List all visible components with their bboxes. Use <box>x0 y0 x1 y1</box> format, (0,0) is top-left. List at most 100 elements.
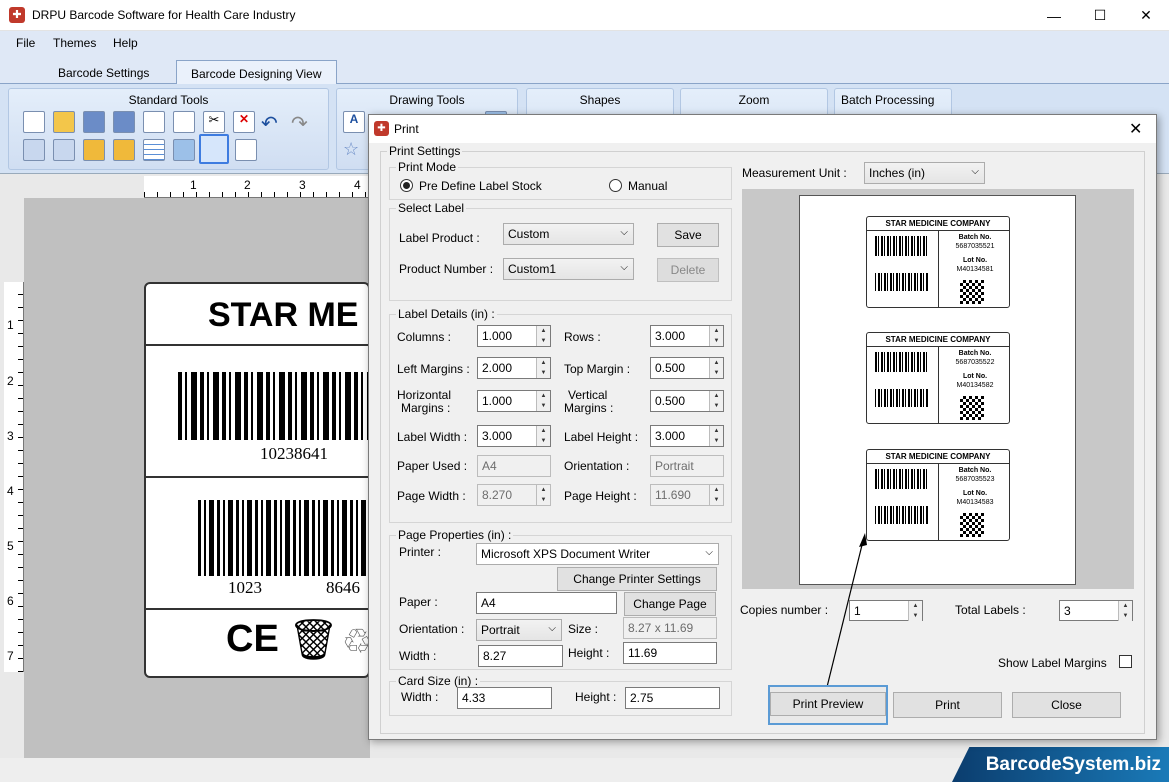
lot-label: Lot No. <box>962 257 988 264</box>
spin-arrows-icon: ▲ ▼ <box>709 485 723 505</box>
horizontal-margins-value: 1.000 <box>482 394 513 408</box>
page-orientation-dropdown[interactable]: Portrait ⌵ <box>476 619 562 641</box>
spin-arrows-icon[interactable]: ▲ ▼ <box>908 601 922 621</box>
product-number-dropdown[interactable]: Custom1 ⌵ <box>503 258 634 280</box>
close-window-button[interactable]: ✕ <box>1123 0 1169 31</box>
save-button[interactable]: Save <box>657 223 719 247</box>
spin-arrows-icon[interactable]: ▲ ▼ <box>536 426 550 446</box>
grid-icon[interactable] <box>143 139 165 161</box>
spin-arrows-icon[interactable]: ▲ ▼ <box>1118 601 1132 621</box>
radio-predefine[interactable] <box>400 179 413 192</box>
radio-manual[interactable] <box>609 179 622 192</box>
paste-icon[interactable] <box>173 111 195 133</box>
horizontal-margins-spinner[interactable]: 1.000 ▲ ▼ <box>477 390 551 412</box>
top-margin-spinner[interactable]: 0.500 ▲ ▼ <box>650 357 724 379</box>
unlock-icon[interactable] <box>113 139 135 161</box>
bring-front-icon[interactable] <box>23 139 45 161</box>
print-dialog: ✚ Print ✕ Print Settings Print Mode Pre … <box>368 114 1157 740</box>
print-button[interactable]: Print <box>893 692 1002 718</box>
measurement-unit-dropdown[interactable]: Inches (in) ⌵ <box>864 162 985 184</box>
ruler-label: 1 <box>7 318 14 332</box>
dialog-close-icon[interactable]: ✕ <box>1129 119 1142 139</box>
size-label: Size : <box>568 622 599 636</box>
spin-arrows-icon[interactable]: ▲ ▼ <box>536 358 550 378</box>
printer-dropdown[interactable]: Microsoft XPS Document Writer ⌵ <box>476 543 719 565</box>
menu-help[interactable]: Help <box>113 36 138 50</box>
copies-number-spinner[interactable]: 1 ▲ ▼ <box>849 600 923 621</box>
ruler-label: 2 <box>244 178 251 192</box>
lock-icon[interactable] <box>83 139 105 161</box>
spin-arrows-icon[interactable]: ▲ ▼ <box>709 358 723 378</box>
barcode-2[interactable] <box>198 500 368 576</box>
delete-icon[interactable]: ✕ <box>233 111 255 133</box>
total-labels-spinner[interactable]: 3 ▲ ▼ <box>1059 600 1133 621</box>
columns-spinner[interactable]: 1.000 ▲ ▼ <box>477 325 551 347</box>
menu-file[interactable]: File <box>16 36 35 50</box>
label-product-dropdown[interactable]: Custom ⌵ <box>503 223 634 245</box>
measurement-unit-value: Inches (in) <box>869 166 926 180</box>
image-icon[interactable] <box>173 139 195 161</box>
undo-icon[interactable]: ↶ <box>261 111 283 135</box>
minimize-button[interactable]: — <box>1031 0 1077 31</box>
qr-code <box>960 280 984 304</box>
new-icon[interactable] <box>23 111 45 133</box>
save-as-icon[interactable] <box>113 111 135 133</box>
left-margins-spinner[interactable]: 2.000 ▲ ▼ <box>477 357 551 379</box>
menu-themes[interactable]: Themes <box>53 36 96 50</box>
group-label: Batch Processing <box>841 93 935 107</box>
preview-barcode <box>875 236 929 256</box>
paper-field[interactable]: A4 <box>476 592 617 614</box>
rows-spinner[interactable]: 3.000 ▲ ▼ <box>650 325 724 347</box>
copy-icon[interactable] <box>143 111 165 133</box>
show-label-margins-label: Show Label Margins <box>998 656 1107 670</box>
change-page-button[interactable]: Change Page <box>624 592 716 616</box>
preview-barcode <box>875 352 929 372</box>
spin-arrows-icon[interactable]: ▲ ▼ <box>536 391 550 411</box>
total-labels-label: Total Labels : <box>955 603 1026 617</box>
spin-arrows-icon[interactable]: ▲ ▼ <box>709 391 723 411</box>
text-tool-icon[interactable]: A <box>343 111 365 133</box>
barcode-2-text-right: 8646 <box>326 578 360 597</box>
print-icon[interactable] <box>199 134 229 164</box>
batch-label: Batch No. <box>958 234 992 241</box>
vertical-margins-spinner[interactable]: 0.500 ▲ ▼ <box>650 390 724 412</box>
page-width-field[interactable]: 8.27 <box>478 645 563 667</box>
change-printer-settings-button[interactable]: Change Printer Settings <box>557 567 717 591</box>
horizontal-ruler: 1 2 3 4 <box>144 176 370 198</box>
tab-barcode-designing-view[interactable]: Barcode Designing View <box>176 60 337 84</box>
card-height-label: Height : <box>575 690 617 704</box>
cut-icon[interactable]: ✂ <box>203 111 225 133</box>
spin-arrows-icon[interactable]: ▲ ▼ <box>709 326 723 346</box>
preview-company: STAR MEDICINE COMPANY <box>867 217 1009 231</box>
export-icon[interactable] <box>235 139 257 161</box>
spin-arrows-icon[interactable]: ▲ ▼ <box>536 326 550 346</box>
group-label: Zoom <box>738 93 770 107</box>
page-orientation-label: Orientation : <box>399 622 465 636</box>
send-back-icon[interactable] <box>53 139 75 161</box>
label-height-label: Label Height : <box>564 430 639 444</box>
spin-arrows-icon[interactable]: ▲ ▼ <box>709 426 723 446</box>
open-icon[interactable] <box>53 111 75 133</box>
close-button[interactable]: Close <box>1012 692 1121 718</box>
print-preview-button[interactable]: Print Preview <box>768 685 888 725</box>
label-height-spinner[interactable]: 3.000 ▲ ▼ <box>650 425 724 447</box>
card-width-field[interactable]: 4.33 <box>457 687 552 709</box>
redo-icon[interactable]: ↷ <box>291 111 313 135</box>
waste-bin-icon: 🗑 <box>288 618 339 662</box>
page-height-field[interactable]: 11.69 <box>623 642 717 664</box>
tab-barcode-settings[interactable]: Barcode Settings <box>44 60 163 84</box>
star-tool-icon[interactable]: ☆ <box>343 139 365 161</box>
rows-value: 3.000 <box>655 329 686 343</box>
show-label-margins-checkbox[interactable] <box>1119 655 1132 668</box>
barcode-1[interactable] <box>178 372 368 440</box>
paper-label: Paper : <box>399 595 438 609</box>
page-height-prop-label: Height : <box>568 646 610 660</box>
maximize-button[interactable]: ☐ <box>1077 0 1123 31</box>
save-icon[interactable] <box>83 111 105 133</box>
delete-button[interactable]: Delete <box>657 258 719 282</box>
page-height-value: 11.690 <box>655 488 691 502</box>
card-height-field[interactable]: 2.75 <box>625 687 720 709</box>
label-width-spinner[interactable]: 3.000 ▲ ▼ <box>477 425 551 447</box>
label-design[interactable]: STAR ME 10238641 1023 8646 CE 🗑 ♲ <box>144 282 370 678</box>
label-title: STAR ME <box>146 284 368 346</box>
